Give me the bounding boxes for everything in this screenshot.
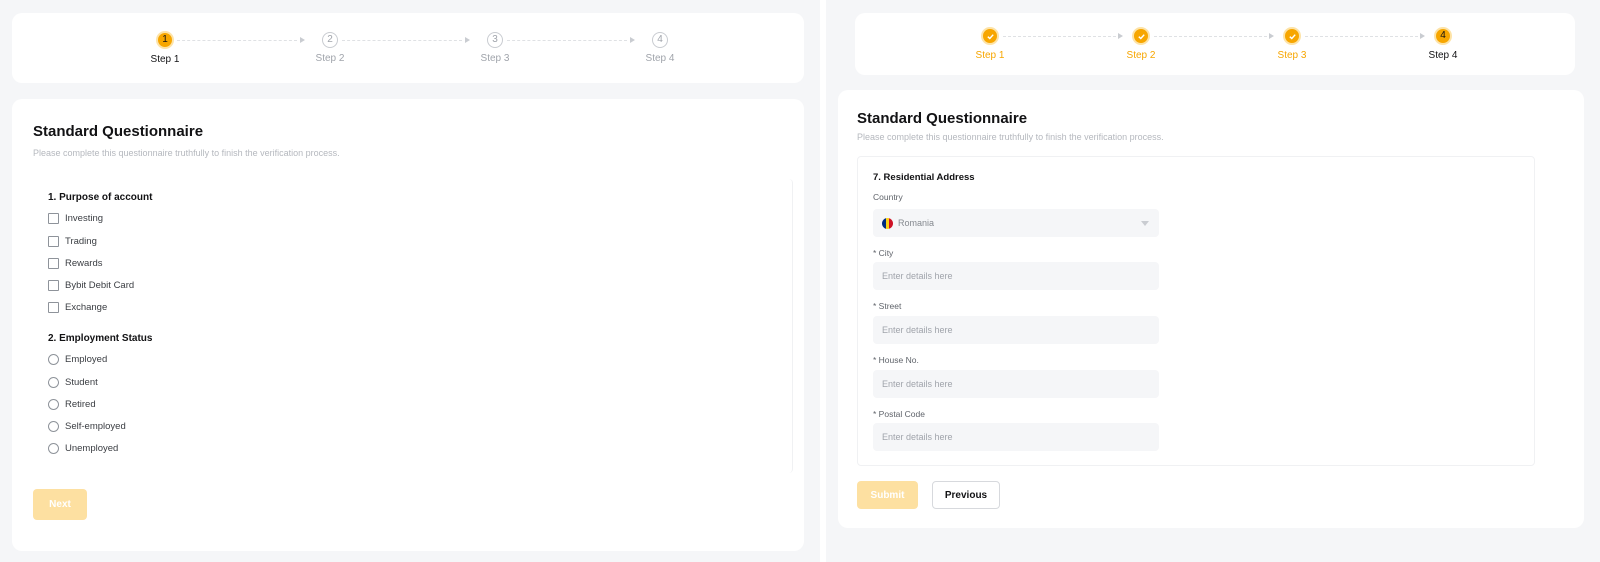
step-connector <box>342 40 462 41</box>
checkbox[interactable] <box>48 213 59 224</box>
step-3: Step 3 <box>1267 27 1317 61</box>
radio[interactable] <box>48 421 59 432</box>
option-debit-card[interactable]: Bybit Debit Card <box>48 280 134 291</box>
page-title: Standard Questionnaire <box>33 123 204 140</box>
page-subtitle: Please complete this questionnaire truth… <box>857 132 1164 142</box>
address-section-box <box>857 156 1535 466</box>
step-2-indicator: 2 <box>322 32 338 48</box>
step-3-label: Step 3 <box>1277 50 1307 61</box>
step-2-label: Step 2 <box>1126 50 1156 61</box>
checkbox[interactable] <box>48 280 59 291</box>
submit-button[interactable]: Submit <box>857 481 918 509</box>
section-title: 7. Residential Address <box>873 172 975 183</box>
step-3: 3 Step 3 <box>470 32 520 64</box>
option-label: Bybit Debit Card <box>65 280 135 291</box>
house-no-input[interactable]: Enter details here <box>873 370 1159 398</box>
step-4: 4 Step 4 <box>1418 27 1468 61</box>
checkbox[interactable] <box>48 302 59 313</box>
option-employed[interactable]: Employed <box>48 354 107 365</box>
step-connector <box>1305 36 1418 37</box>
option-student[interactable]: Student <box>48 377 98 388</box>
country-value: Romania <box>898 218 935 228</box>
option-investing[interactable]: Investing <box>48 213 103 224</box>
romania-flag-icon <box>882 217 893 229</box>
country-select[interactable]: Romania <box>873 209 1159 237</box>
step-2-check-icon <box>1132 27 1150 45</box>
option-self-employed[interactable]: Self-employed <box>48 421 126 432</box>
step-4-indicator: 4 <box>1434 27 1452 45</box>
checkbox[interactable] <box>48 236 59 247</box>
step-connector <box>1003 36 1116 37</box>
page-title: Standard Questionnaire <box>857 110 1028 127</box>
radio[interactable] <box>48 399 59 410</box>
step-4-label: Step 4 <box>645 53 675 64</box>
radio[interactable] <box>48 377 59 388</box>
step-4-indicator: 4 <box>652 32 668 48</box>
step-2: 2 Step 2 <box>305 32 355 64</box>
step-3-indicator: 3 <box>487 32 503 48</box>
option-trading[interactable]: Trading <box>48 236 97 247</box>
step-3-label: Step 3 <box>480 53 510 64</box>
left-panel: 1 Step 1 2 Step 2 3 Step 3 4 Step 4 Stan… <box>0 0 820 562</box>
checkbox[interactable] <box>48 258 59 269</box>
right-panel: Step 1 Step 2 Step 3 4 Step 4 Standard Q… <box>826 0 1600 562</box>
option-label: Employed <box>65 354 108 365</box>
next-button[interactable]: Next <box>33 489 87 520</box>
questions-box <box>33 179 793 473</box>
option-label: Retired <box>65 399 96 410</box>
radio[interactable] <box>48 443 59 454</box>
step-3-check-icon <box>1283 27 1301 45</box>
street-input[interactable]: Enter details here <box>873 316 1159 344</box>
house-no-label: * House No. <box>873 355 919 365</box>
option-label: Investing <box>65 213 104 224</box>
step-4: 4 Step 4 <box>635 32 685 64</box>
step-1: Step 1 <box>965 27 1015 61</box>
option-unemployed[interactable]: Unemployed <box>48 443 118 454</box>
step-1-indicator: 1 <box>156 31 174 49</box>
page-subtitle: Please complete this questionnaire truth… <box>33 148 340 158</box>
step-connector <box>1154 36 1267 37</box>
option-label: Exchange <box>65 302 108 313</box>
step-1: 1 Step 1 <box>140 31 190 65</box>
street-label: * Street <box>873 301 902 311</box>
step-1-label: Step 1 <box>975 50 1005 61</box>
step-connector <box>507 40 627 41</box>
stepper-card: 1 Step 1 2 Step 2 3 Step 3 4 Step 4 <box>12 13 804 83</box>
city-label: * City <box>873 248 894 258</box>
option-label: Trading <box>65 236 97 247</box>
step-4-label: Step 4 <box>1428 50 1458 61</box>
questionnaire-card: Standard Questionnaire Please complete t… <box>12 99 804 551</box>
radio[interactable] <box>48 354 59 365</box>
postal-code-input[interactable]: Enter details here <box>873 423 1159 451</box>
step-connector <box>177 40 297 41</box>
city-input[interactable]: Enter details here <box>873 262 1159 290</box>
option-exchange[interactable]: Exchange <box>48 302 107 313</box>
option-label: Rewards <box>65 258 103 269</box>
step-1-label: Step 1 <box>150 54 180 65</box>
step-2-label: Step 2 <box>315 53 345 64</box>
option-label: Unemployed <box>65 443 119 454</box>
step-2: Step 2 <box>1116 27 1166 61</box>
stepper-card: Step 1 Step 2 Step 3 4 Step 4 <box>855 13 1575 75</box>
option-label: Student <box>65 377 98 388</box>
option-rewards[interactable]: Rewards <box>48 258 103 269</box>
question-employment-title: 2. Employment Status <box>48 333 153 344</box>
questionnaire-card: Standard Questionnaire Please complete t… <box>838 90 1584 528</box>
option-label: Self-employed <box>65 421 126 432</box>
question-purpose-title: 1. Purpose of account <box>48 192 153 203</box>
previous-button[interactable]: Previous <box>932 481 1000 509</box>
postal-code-label: * Postal Code <box>873 409 925 419</box>
step-1-check-icon <box>981 27 999 45</box>
chevron-down-icon <box>1141 221 1149 226</box>
country-label: Country <box>873 192 903 202</box>
option-retired[interactable]: Retired <box>48 399 96 410</box>
